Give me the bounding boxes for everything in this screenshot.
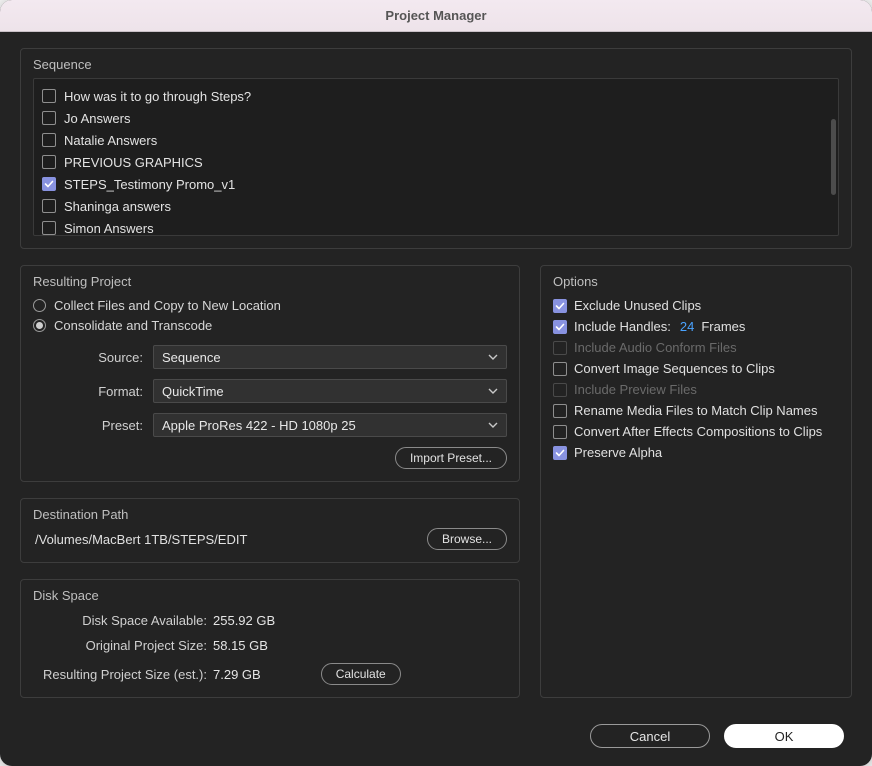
sequence-label: Jo Answers bbox=[64, 111, 130, 126]
sequence-label: Natalie Answers bbox=[64, 133, 157, 148]
resulting-size-value: 7.29 GB bbox=[213, 667, 261, 682]
option-checkbox bbox=[553, 341, 567, 355]
disk-space-panel: Disk Space Disk Space Available: 255.92 … bbox=[20, 579, 520, 698]
disk-available-value: 255.92 GB bbox=[213, 613, 275, 628]
option-checkbox[interactable] bbox=[553, 446, 567, 460]
disk-space-title: Disk Space bbox=[33, 588, 507, 603]
sequence-label: Shaninga answers bbox=[64, 199, 171, 214]
sequence-row[interactable]: Simon Answers bbox=[42, 217, 830, 236]
sequence-label: Simon Answers bbox=[64, 221, 154, 236]
sequence-checkbox[interactable] bbox=[42, 177, 56, 191]
option-label: Rename Media Files to Match Clip Names bbox=[574, 403, 817, 418]
option-checkbox[interactable] bbox=[553, 425, 567, 439]
radio-label: Collect Files and Copy to New Location bbox=[54, 298, 281, 313]
sequence-row[interactable]: Natalie Answers bbox=[42, 129, 830, 151]
sequence-checkbox[interactable] bbox=[42, 111, 56, 125]
option-label: Include Handles: bbox=[574, 319, 671, 334]
destination-path-title: Destination Path bbox=[33, 507, 507, 522]
option-include-preview-files: Include Preview Files bbox=[553, 379, 839, 400]
option-label: Include Audio Conform Files bbox=[574, 340, 737, 355]
radio-button[interactable] bbox=[33, 299, 46, 312]
sequence-checkbox[interactable] bbox=[42, 133, 56, 147]
sequence-label: PREVIOUS GRAPHICS bbox=[64, 155, 203, 170]
sequence-checkbox[interactable] bbox=[42, 199, 56, 213]
chevron-down-icon bbox=[488, 420, 498, 430]
cancel-button[interactable]: Cancel bbox=[590, 724, 710, 748]
option-include-handles[interactable]: Include Handles: 24 Frames bbox=[553, 316, 839, 337]
import-preset-button[interactable]: Import Preset... bbox=[395, 447, 507, 469]
sequence-checkbox[interactable] bbox=[42, 221, 56, 235]
option-preserve-alpha[interactable]: Preserve Alpha bbox=[553, 442, 839, 463]
handles-unit: Frames bbox=[701, 319, 745, 334]
option-label: Convert After Effects Compositions to Cl… bbox=[574, 424, 822, 439]
option-exclude-unused[interactable]: Exclude Unused Clips bbox=[553, 295, 839, 316]
preset-value: Apple ProRes 422 - HD 1080p 25 bbox=[162, 418, 356, 433]
chevron-down-icon bbox=[488, 352, 498, 362]
format-value: QuickTime bbox=[162, 384, 224, 399]
radio-consolidate[interactable]: Consolidate and Transcode bbox=[33, 315, 507, 335]
sequence-panel: Sequence How was it to go through Steps?… bbox=[20, 48, 852, 249]
project-manager-window: Project Manager Sequence How was it to g… bbox=[0, 0, 872, 766]
options-panel: Options Exclude Unused Clips Include Han… bbox=[540, 265, 852, 698]
destination-path-value: /Volumes/MacBert 1TB/STEPS/EDIT bbox=[33, 532, 247, 547]
option-label: Preserve Alpha bbox=[574, 445, 662, 460]
format-select[interactable]: QuickTime bbox=[153, 379, 507, 403]
option-label: Convert Image Sequences to Clips bbox=[574, 361, 775, 376]
option-include-audio-conform: Include Audio Conform Files bbox=[553, 337, 839, 358]
option-checkbox[interactable] bbox=[553, 299, 567, 313]
option-rename-media[interactable]: Rename Media Files to Match Clip Names bbox=[553, 400, 839, 421]
title-bar: Project Manager bbox=[0, 0, 872, 32]
disk-available-label: Disk Space Available: bbox=[33, 613, 213, 628]
preset-label: Preset: bbox=[33, 418, 143, 433]
sequence-row[interactable]: How was it to go through Steps? bbox=[42, 85, 830, 107]
option-label: Exclude Unused Clips bbox=[574, 298, 701, 313]
source-select[interactable]: Sequence bbox=[153, 345, 507, 369]
sequence-checkbox[interactable] bbox=[42, 155, 56, 169]
ok-button[interactable]: OK bbox=[724, 724, 844, 748]
handles-count[interactable]: 24 bbox=[680, 319, 694, 334]
radio-collect[interactable]: Collect Files and Copy to New Location bbox=[33, 295, 507, 315]
resulting-project-panel: Resulting Project Collect Files and Copy… bbox=[20, 265, 520, 482]
sequence-label: STEPS_Testimony Promo_v1 bbox=[64, 177, 235, 192]
resulting-project-title: Resulting Project bbox=[33, 274, 507, 289]
scrollbar-thumb[interactable] bbox=[831, 119, 836, 195]
calculate-button[interactable]: Calculate bbox=[321, 663, 401, 685]
sequence-title: Sequence bbox=[33, 57, 839, 72]
radio-label: Consolidate and Transcode bbox=[54, 318, 212, 333]
sequence-label: How was it to go through Steps? bbox=[64, 89, 251, 104]
preset-select[interactable]: Apple ProRes 422 - HD 1080p 25 bbox=[153, 413, 507, 437]
window-title: Project Manager bbox=[385, 8, 486, 23]
option-checkbox[interactable] bbox=[553, 320, 567, 334]
option-checkbox[interactable] bbox=[553, 362, 567, 376]
format-label: Format: bbox=[33, 384, 143, 399]
source-label: Source: bbox=[33, 350, 143, 365]
options-title: Options bbox=[553, 274, 839, 289]
option-convert-ae[interactable]: Convert After Effects Compositions to Cl… bbox=[553, 421, 839, 442]
sequence-checkbox[interactable] bbox=[42, 89, 56, 103]
option-convert-image-sequences[interactable]: Convert Image Sequences to Clips bbox=[553, 358, 839, 379]
source-value: Sequence bbox=[162, 350, 221, 365]
destination-path-panel: Destination Path /Volumes/MacBert 1TB/ST… bbox=[20, 498, 520, 563]
dialog-footer: Cancel OK bbox=[590, 724, 844, 748]
option-checkbox bbox=[553, 383, 567, 397]
sequence-row[interactable]: Shaninga answers bbox=[42, 195, 830, 217]
chevron-down-icon bbox=[488, 386, 498, 396]
sequence-row[interactable]: STEPS_Testimony Promo_v1 bbox=[42, 173, 830, 195]
original-size-value: 58.15 GB bbox=[213, 638, 268, 653]
sequence-row[interactable]: Jo Answers bbox=[42, 107, 830, 129]
original-size-label: Original Project Size: bbox=[33, 638, 213, 653]
sequence-row[interactable]: PREVIOUS GRAPHICS bbox=[42, 151, 830, 173]
browse-button[interactable]: Browse... bbox=[427, 528, 507, 550]
radio-button[interactable] bbox=[33, 319, 46, 332]
option-label: Include Preview Files bbox=[574, 382, 697, 397]
resulting-size-label: Resulting Project Size (est.): bbox=[33, 667, 213, 682]
option-checkbox[interactable] bbox=[553, 404, 567, 418]
sequence-list[interactable]: How was it to go through Steps? Jo Answe… bbox=[33, 78, 839, 236]
